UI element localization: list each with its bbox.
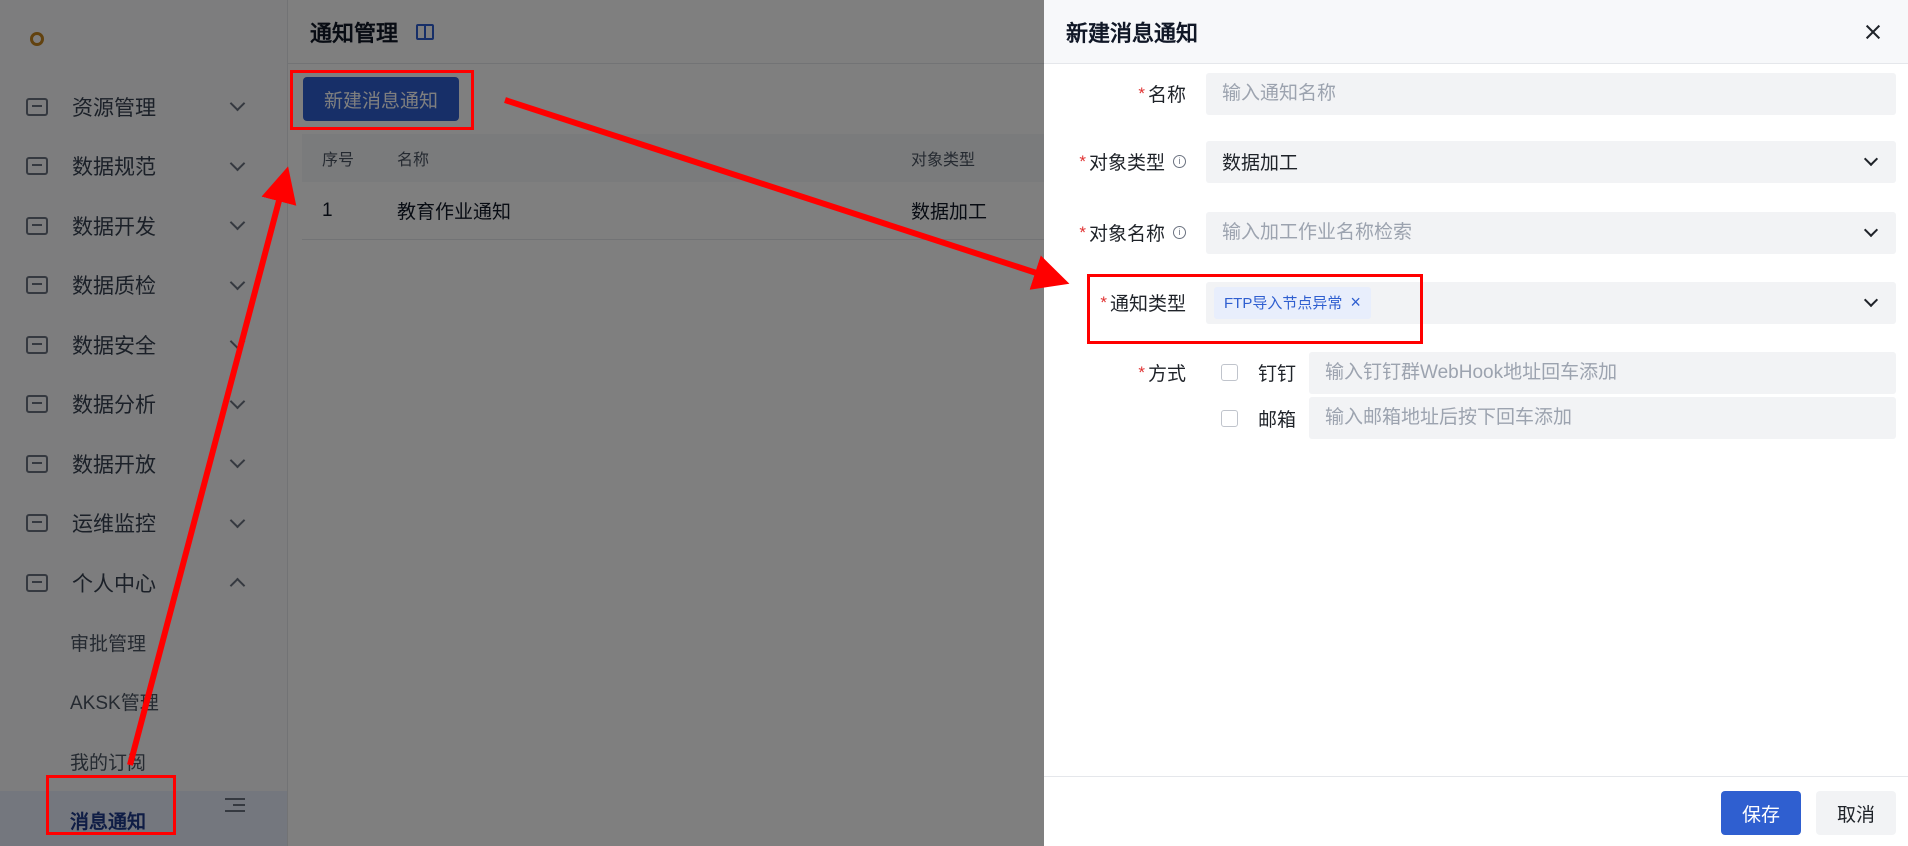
dingtalk-webhook-input[interactable]: [1325, 361, 1896, 384]
new-notification-drawer: 新建消息通知 *名称 *对象类型i 数据加工 *对象名称i *通知类型 FTP导…: [1044, 0, 1908, 846]
email-option: 邮箱: [1221, 397, 1296, 439]
required-mark: *: [1079, 222, 1086, 242]
annotation-box-new-button: [290, 70, 474, 130]
cancel-button[interactable]: 取消: [1816, 791, 1896, 835]
required-mark: *: [1138, 362, 1145, 382]
chevron-down-icon: [1863, 151, 1879, 166]
object-type-label: 对象类型: [1088, 153, 1165, 174]
drawer-title: 新建消息通知: [1066, 20, 1199, 46]
dingtalk-webhook-field[interactable]: [1309, 351, 1896, 394]
form-row-name: * 名称: [1044, 72, 1908, 115]
field-label: * 对象类型 i: [1044, 148, 1186, 175]
object-name-label: 对象名称: [1088, 224, 1165, 245]
form-row-object-name: * 对象名称 i: [1044, 211, 1908, 254]
name-label: 名称: [1147, 85, 1186, 106]
form-row-method-dingtalk: * 方式 钉钉: [1044, 351, 1908, 394]
form-row-object-type: * 对象类型 i 数据加工: [1044, 140, 1908, 183]
object-type-value: 数据加工: [1222, 153, 1299, 174]
field-label: * 对象名称 i: [1044, 219, 1186, 246]
email-input[interactable]: [1325, 407, 1896, 429]
method-label: 方式: [1147, 364, 1186, 385]
save-button[interactable]: 保存: [1721, 791, 1801, 835]
object-name-input[interactable]: [1222, 221, 1896, 244]
email-field[interactable]: [1309, 397, 1896, 439]
object-name-select[interactable]: [1206, 211, 1896, 254]
dingtalk-option: 钉钉: [1221, 352, 1296, 394]
dingtalk-label: 钉钉: [1258, 364, 1297, 385]
name-field[interactable]: [1206, 72, 1896, 115]
name-input[interactable]: [1222, 82, 1896, 105]
field-label: * 名称: [1044, 80, 1186, 107]
annotation-box-notify-type: [1087, 274, 1423, 344]
email-checkbox[interactable]: [1221, 409, 1238, 427]
required-mark: *: [1079, 151, 1086, 171]
close-icon[interactable]: [1862, 21, 1884, 43]
field-label: * 方式: [1044, 359, 1186, 386]
dingtalk-checkbox[interactable]: [1221, 364, 1238, 381]
required-mark: *: [1138, 83, 1145, 103]
drawer-footer: 保存 取消: [1044, 776, 1908, 846]
info-icon[interactable]: i: [1173, 226, 1186, 239]
object-type-select[interactable]: 数据加工: [1206, 140, 1896, 183]
drawer-header: 新建消息通知: [1044, 0, 1908, 64]
info-icon[interactable]: i: [1173, 155, 1186, 168]
email-label: 邮箱: [1258, 409, 1297, 431]
modal-overlay[interactable]: [0, 0, 1044, 846]
annotation-box-sidebar-notify: [46, 775, 176, 835]
chevron-down-icon: [1863, 292, 1879, 307]
